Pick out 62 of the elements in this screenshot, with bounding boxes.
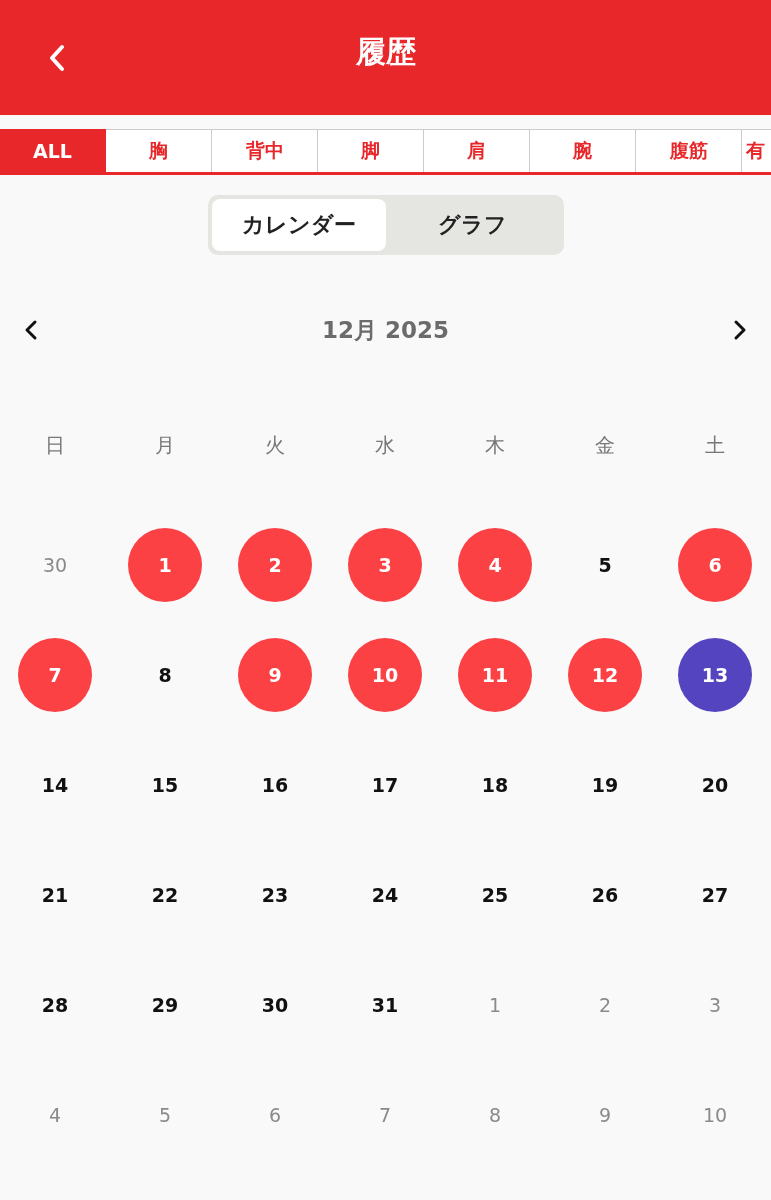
category-tab[interactable]: 胸 — [106, 129, 212, 172]
calendar-day[interactable]: 23 — [238, 858, 312, 932]
chevron-left-icon — [24, 319, 38, 341]
category-tab[interactable]: 腕 — [530, 129, 636, 172]
calendar-day[interactable]: 9 — [568, 1078, 642, 1152]
calendar-day[interactable]: 30 — [18, 528, 92, 602]
workout-day-marker[interactable]: 4 — [458, 528, 532, 602]
workout-day-marker[interactable]: 3 — [348, 528, 422, 602]
workout-day-marker[interactable]: 7 — [18, 638, 92, 712]
calendar-day[interactable]: 20 — [678, 748, 752, 822]
calendar-day[interactable]: 14 — [18, 748, 92, 822]
weekday-label: 月 — [155, 431, 175, 459]
calendar-day[interactable]: 1 — [458, 968, 532, 1042]
weekday-label: 日 — [45, 431, 65, 459]
weekday-label: 木 — [485, 431, 505, 459]
weekday-label: 土 — [705, 431, 725, 459]
workout-day-marker[interactable]: 9 — [238, 638, 312, 712]
page-title: 履歴 — [355, 33, 416, 71]
calendar-day[interactable]: 5 — [568, 528, 642, 602]
weekday-label: 火 — [265, 431, 285, 459]
calendar-day[interactable]: 22 — [128, 858, 202, 932]
calendar-day[interactable]: 24 — [348, 858, 422, 932]
month-label: 12月 2025 — [322, 315, 449, 345]
category-tab[interactable]: 脚 — [318, 129, 424, 172]
workout-day-marker[interactable]: 12 — [568, 638, 642, 712]
weekday-label: 金 — [595, 431, 615, 459]
category-tab[interactable]: 腹筋 — [636, 129, 742, 172]
workout-day-marker[interactable]: 11 — [458, 638, 532, 712]
workout-day-marker[interactable]: 10 — [348, 638, 422, 712]
calendar-day[interactable]: 26 — [568, 858, 642, 932]
workout-day-marker[interactable]: 6 — [678, 528, 752, 602]
workout-day-marker[interactable]: 2 — [238, 528, 312, 602]
calendar-day[interactable]: 29 — [128, 968, 202, 1042]
calendar-day[interactable]: 15 — [128, 748, 202, 822]
weekday-label: 水 — [375, 431, 395, 459]
category-tab[interactable]: ALL — [0, 129, 106, 172]
view-tab[interactable]: グラフ — [385, 199, 560, 251]
chevron-right-icon — [733, 319, 747, 341]
calendar-day[interactable]: 19 — [568, 748, 642, 822]
calendar-day[interactable]: 3 — [678, 968, 752, 1042]
calendar-day[interactable]: 30 — [238, 968, 312, 1042]
calendar-day[interactable]: 8 — [458, 1078, 532, 1152]
calendar-day[interactable]: 31 — [348, 968, 422, 1042]
calendar-day[interactable]: 25 — [458, 858, 532, 932]
calendar-day[interactable]: 6 — [238, 1078, 312, 1152]
calendar-day[interactable]: 4 — [18, 1078, 92, 1152]
calendar-day[interactable]: 5 — [128, 1078, 202, 1152]
calendar-day[interactable]: 2 — [568, 968, 642, 1042]
calendar-day[interactable]: 18 — [458, 748, 532, 822]
calendar-day[interactable]: 7 — [348, 1078, 422, 1152]
calendar-day[interactable]: 8 — [128, 638, 202, 712]
view-tab[interactable]: カレンダー — [211, 199, 386, 251]
calendar-day[interactable]: 16 — [238, 748, 312, 822]
calendar-day[interactable]: 27 — [678, 858, 752, 932]
today-marker[interactable]: 13 — [678, 638, 752, 712]
calendar-day[interactable]: 10 — [678, 1078, 752, 1152]
calendar-day[interactable]: 17 — [348, 748, 422, 822]
category-tab[interactable]: 背中 — [212, 129, 318, 172]
calendar-day[interactable]: 28 — [18, 968, 92, 1042]
calendar-day[interactable]: 21 — [18, 858, 92, 932]
workout-day-marker[interactable]: 1 — [128, 528, 202, 602]
category-tab[interactable]: 肩 — [424, 129, 530, 172]
